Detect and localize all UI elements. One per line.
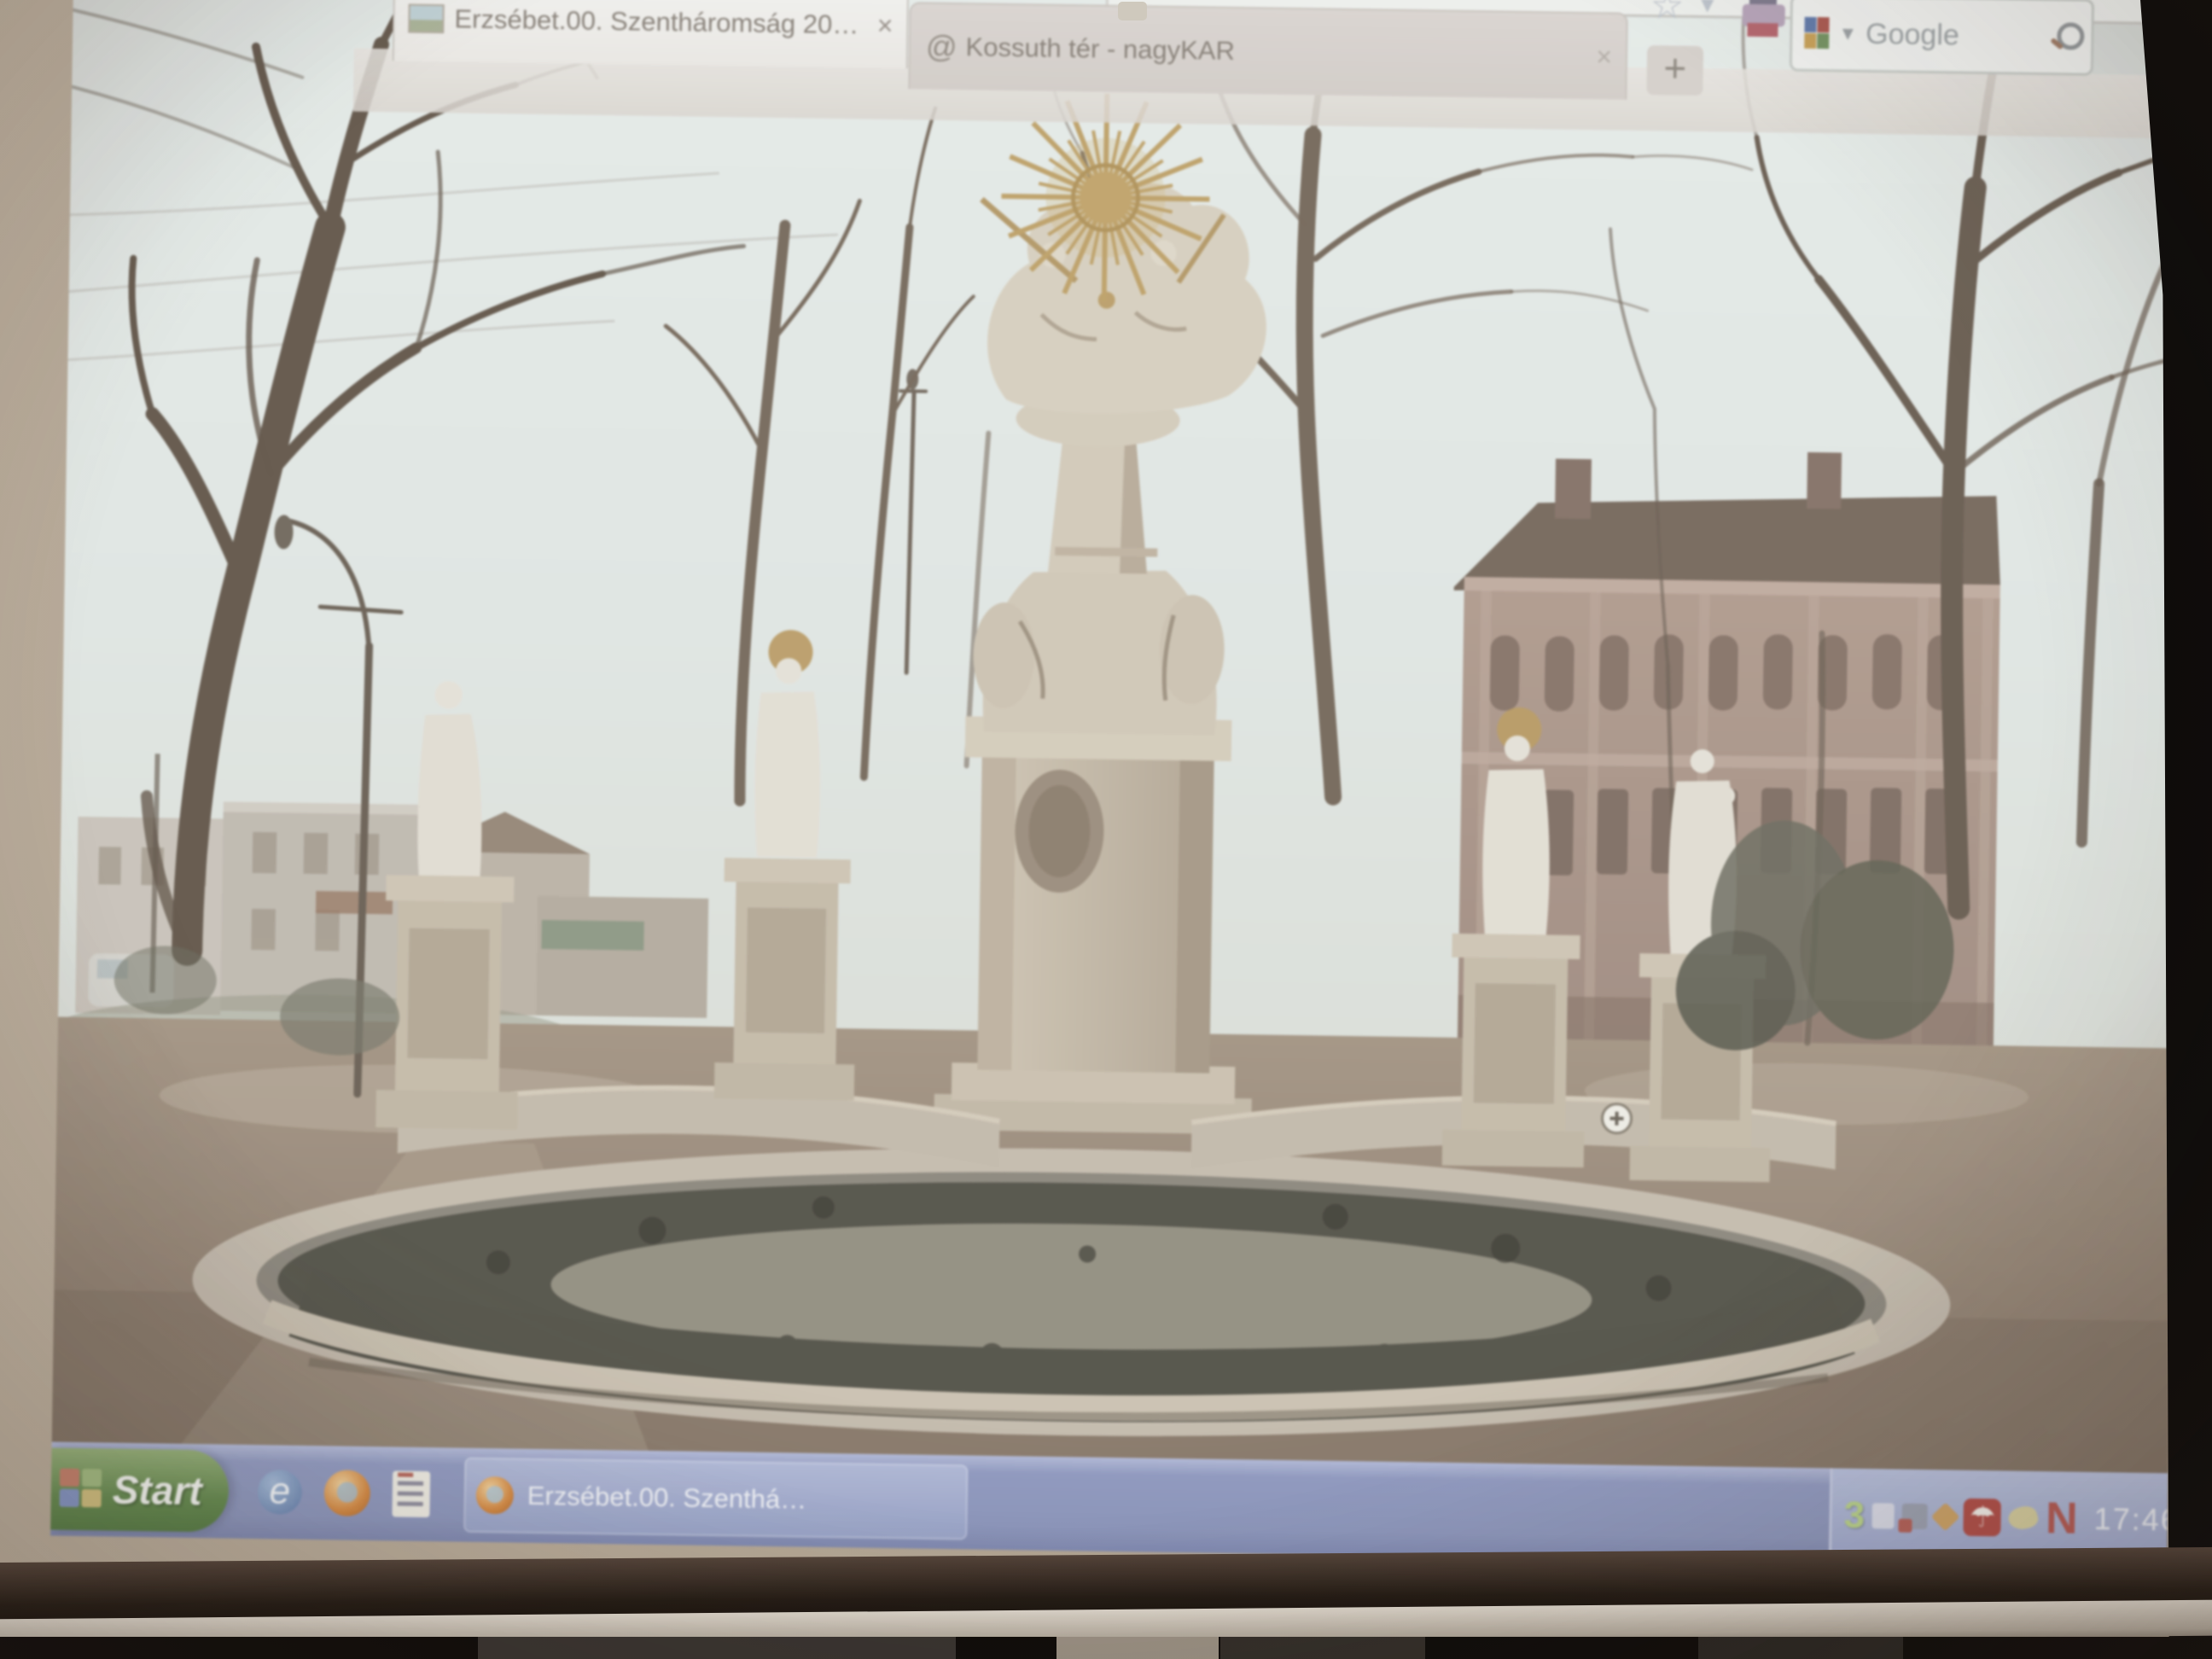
tray-app-icon[interactable] (1872, 1503, 1895, 1528)
search-magnifier-icon[interactable] (2050, 22, 2080, 52)
antivirus-umbrella-icon[interactable]: ☂ (1964, 1499, 2002, 1537)
search-input[interactable] (1864, 16, 2051, 54)
photographed-projection: – menü × …jpg Erzsébet.00. Szentháromság… (0, 0, 2212, 1659)
task-button-label: Erzsébet.00. Szenthá… (527, 1481, 807, 1516)
firefox-icon[interactable] (323, 1470, 370, 1516)
photo-content (52, 0, 2191, 1475)
tab-kossuth-ter[interactable]: @ Kossuth tér - nagyKAR × (908, 2, 1627, 99)
search-engine-dropdown-icon[interactable]: ▼ (1838, 22, 1857, 44)
image-favicon (408, 4, 444, 34)
tray-volume-icon[interactable] (1902, 1504, 1928, 1529)
at-favicon: @ (926, 29, 958, 66)
quick-launch: e (257, 1469, 430, 1517)
taskbar-clock[interactable]: 17:46 (2093, 1501, 2180, 1538)
firefox-icon (475, 1476, 514, 1515)
search-bar[interactable]: ▼ (1790, 0, 2094, 76)
bookmark-star-icon[interactable]: ☆ (1650, 0, 1684, 28)
taskbar-window-button[interactable]: Erzsébet.00. Szenthá… (463, 1458, 968, 1540)
chevron-down-icon[interactable]: ▼ (1697, 0, 1719, 18)
room-below-screen (0, 1637, 2212, 1659)
tray-language-badge[interactable]: 3 (1843, 1494, 1865, 1537)
tray-n-icon[interactable]: N (2046, 1493, 2078, 1545)
internet-explorer-icon[interactable]: e (257, 1470, 302, 1515)
start-label: Start (112, 1467, 202, 1515)
browser-window: – menü × …jpg Erzsébet.00. Szentháromság… (50, 0, 2190, 1567)
windows-logo-icon (60, 1469, 105, 1511)
start-button[interactable]: Start (50, 1448, 229, 1533)
google-logo-icon[interactable] (1804, 17, 1831, 49)
new-tab-button[interactable]: + (1646, 45, 1703, 96)
tray-tool-icon[interactable] (2006, 1504, 2040, 1533)
tab-title: Kossuth tér - nagyKAR (965, 32, 1582, 72)
wall-column (1057, 1637, 1219, 1659)
tab-close-icon[interactable]: × (1596, 41, 1612, 73)
power-outlet (1118, 2, 1147, 20)
tab-title: Erzsébet.00. Szentháromság 2013 márc.… (454, 3, 864, 40)
tab-active-szentharomsag[interactable]: Erzsébet.00. Szentháromság 2013 márc.… × (393, 0, 909, 68)
document-icon[interactable] (392, 1470, 430, 1517)
tray-update-icon[interactable] (1931, 1502, 1960, 1531)
tab-close-icon[interactable]: × (876, 9, 893, 41)
printer-icon[interactable] (1742, 0, 1785, 40)
